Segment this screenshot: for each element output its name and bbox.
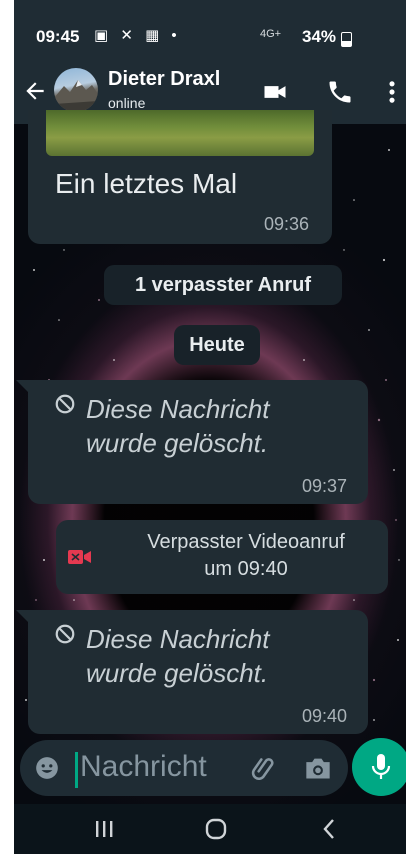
message-text: Ein letztes Mal [55, 168, 238, 199]
date-separator: Heute [174, 325, 260, 365]
missed-call-notice: 1 verpasster Anruf [104, 265, 342, 305]
message-image[interactable] [46, 110, 314, 156]
deleted-message-text: Diese Nachricht wurde gelöscht. [86, 394, 270, 458]
message-input-bar[interactable]: Nachricht [20, 740, 348, 796]
paperclip-icon[interactable] [250, 754, 278, 782]
nav-back-icon[interactable] [316, 816, 344, 842]
camera-icon[interactable] [304, 755, 332, 781]
message-time: 09:37 [302, 476, 348, 496]
avatar[interactable] [54, 68, 98, 112]
contact-status: online [108, 95, 146, 111]
back-arrow-icon[interactable] [22, 78, 48, 104]
status-bar: 09:45 ▣ ✕ ▦ • 4G+ 34% [14, 0, 406, 62]
home-icon[interactable] [202, 816, 230, 842]
deleted-message-icon [55, 624, 75, 644]
emoji-icon[interactable] [34, 755, 60, 781]
notification-icons: ▣ ✕ ▦ • [94, 27, 181, 44]
microphone-icon [371, 754, 391, 779]
message-input[interactable]: Nachricht [80, 750, 207, 784]
deleted-message-text: Diese Nachricht wurde gelöscht. [86, 624, 270, 688]
message-bubble-deleted[interactable]: Diese Nachricht wurde gelöscht. 09:40 [16, 610, 368, 734]
message-bubble[interactable]: Ein letztes Mal 09:36 [28, 110, 332, 244]
missed-video-call-bubble[interactable]: Verpasster Videoanruf um 09:40 [56, 520, 388, 594]
message-bubble-deleted[interactable]: Diese Nachricht wurde gelöscht. 09:37 [16, 380, 368, 504]
video-camera-icon[interactable] [261, 78, 289, 106]
message-time: 09:36 [264, 214, 310, 234]
recent-apps-icon[interactable] [90, 816, 118, 842]
more-vert-icon[interactable] [378, 78, 406, 106]
battery-percent: 34% [302, 27, 337, 46]
network-indicator: 4G+ [260, 28, 282, 40]
phone-screen: 09:45 ▣ ✕ ▦ • 4G+ 34% Dieter Draxl onlin… [14, 0, 406, 854]
system-nav-bar [14, 804, 406, 854]
contact-name[interactable]: Dieter Draxl [108, 68, 220, 91]
status-time: 09:45 [36, 27, 80, 46]
battery-icon [341, 32, 352, 47]
missed-video-call-text: Verpasster Videoanruf um 09:40 [147, 531, 345, 580]
text-cursor [75, 752, 78, 788]
missed-video-call-icon [68, 550, 91, 564]
mic-button[interactable] [352, 738, 406, 796]
phone-icon[interactable] [326, 78, 354, 106]
deleted-message-icon [55, 394, 75, 414]
message-time: 09:40 [302, 706, 348, 726]
